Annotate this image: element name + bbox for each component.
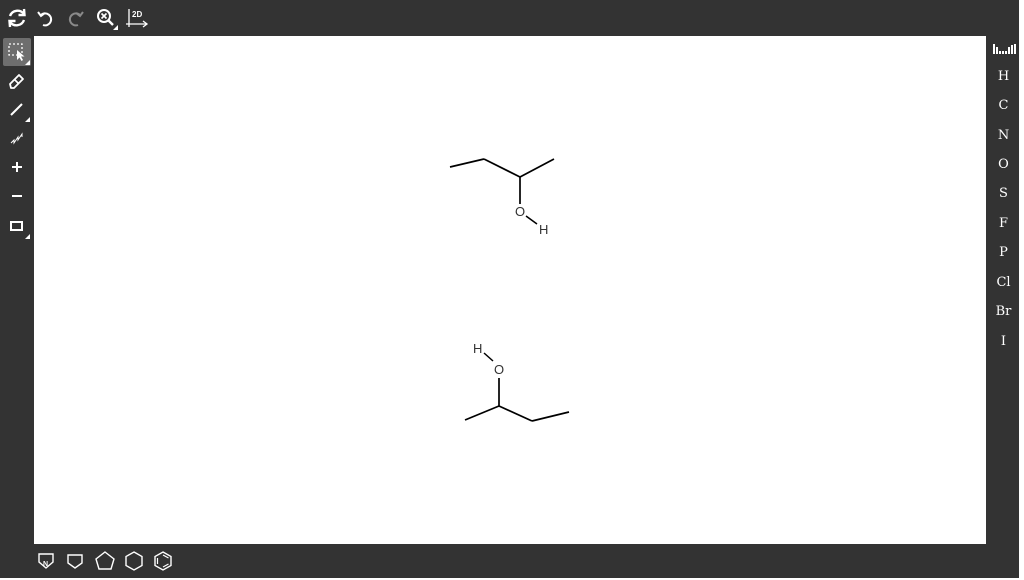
- bond[interactable]: [519, 158, 555, 178]
- cyclopentane-template-button[interactable]: [93, 549, 117, 573]
- custom-template-label: N: [43, 561, 48, 568]
- element-f-button[interactable]: F: [988, 210, 1019, 236]
- sketcher-app: 2D O H H O H C N O S F P Cl Br I N: [0, 0, 1019, 578]
- shape-tool-corner: [25, 234, 30, 239]
- hydrogen-atom[interactable]: H: [473, 341, 482, 356]
- plus-icon: [12, 162, 22, 172]
- bond[interactable]: [498, 405, 533, 422]
- hexagon-ring-icon: [125, 551, 143, 571]
- redo-button[interactable]: [62, 4, 90, 32]
- clean-2d-icon: 2D: [126, 9, 149, 28]
- charge-plus-button[interactable]: [3, 153, 31, 181]
- chain-icon: [10, 132, 23, 145]
- bond[interactable]: [483, 158, 521, 178]
- bond-tool-button[interactable]: [3, 95, 31, 123]
- drawing-canvas[interactable]: O H H O: [34, 36, 986, 544]
- element-c-button[interactable]: C: [988, 92, 1019, 118]
- molecule-1[interactable]: O H: [449, 158, 555, 237]
- clean-2d-label: 2D: [132, 10, 142, 19]
- bond[interactable]: [464, 405, 500, 421]
- shape-tool-button[interactable]: [3, 212, 31, 240]
- element-n-button[interactable]: N: [988, 122, 1019, 148]
- clear-canvas-button[interactable]: [3, 4, 31, 32]
- custom-template-icon: N: [38, 553, 54, 569]
- zoom-button[interactable]: [92, 4, 120, 32]
- element-cl-button[interactable]: Cl: [988, 269, 1019, 295]
- benzene-template-button[interactable]: [151, 549, 175, 573]
- bond[interactable]: [531, 411, 570, 422]
- element-h-button[interactable]: H: [988, 63, 1019, 89]
- hydrogen-atom[interactable]: H: [539, 222, 548, 237]
- periodic-table-button[interactable]: [988, 36, 1019, 62]
- select-tool-button[interactable]: [3, 38, 31, 66]
- element-i-button[interactable]: I: [988, 328, 1019, 354]
- square-ring-icon: [67, 554, 83, 569]
- chain-tool-button[interactable]: [3, 124, 31, 152]
- bond[interactable]: [483, 352, 494, 362]
- bond[interactable]: [525, 215, 538, 225]
- refresh-icon: [8, 8, 26, 28]
- bottom-toolbar: N: [34, 546, 234, 576]
- minus-icon: [12, 195, 22, 197]
- molecule-2[interactable]: H O: [464, 341, 570, 422]
- left-toolbar: [0, 36, 34, 256]
- erase-tool-button[interactable]: [3, 66, 31, 94]
- benzene-ring-icon: [154, 551, 172, 571]
- oxygen-atom[interactable]: O: [515, 204, 525, 219]
- bond-tool-corner: [25, 117, 30, 122]
- top-toolbar: 2D: [0, 0, 200, 36]
- charge-minus-button[interactable]: [3, 182, 31, 210]
- element-s-button[interactable]: S: [988, 180, 1019, 206]
- element-br-button[interactable]: Br: [988, 298, 1019, 324]
- select-tool-corner: [25, 60, 30, 65]
- undo-button[interactable]: [31, 4, 59, 32]
- periodic-table-icon: [992, 44, 1016, 54]
- zoom-icon: [97, 9, 118, 30]
- undo-icon: [37, 11, 53, 27]
- redo-icon: [68, 11, 84, 27]
- custom-template-button[interactable]: N: [34, 549, 58, 573]
- cyclobutane-template-button[interactable]: [63, 549, 87, 573]
- cyclohexane-template-button[interactable]: [122, 549, 146, 573]
- right-toolbar: H C N O S F P Cl Br I: [988, 36, 1019, 366]
- oxygen-atom[interactable]: O: [494, 362, 504, 377]
- element-p-button[interactable]: P: [988, 239, 1019, 265]
- molecule-drawing: O H H O: [449, 158, 570, 422]
- eraser-icon: [9, 74, 24, 89]
- bond[interactable]: [449, 158, 485, 168]
- pentagon-ring-icon: [95, 551, 115, 570]
- clean-2d-button[interactable]: 2D: [123, 4, 151, 32]
- element-o-button[interactable]: O: [988, 151, 1019, 177]
